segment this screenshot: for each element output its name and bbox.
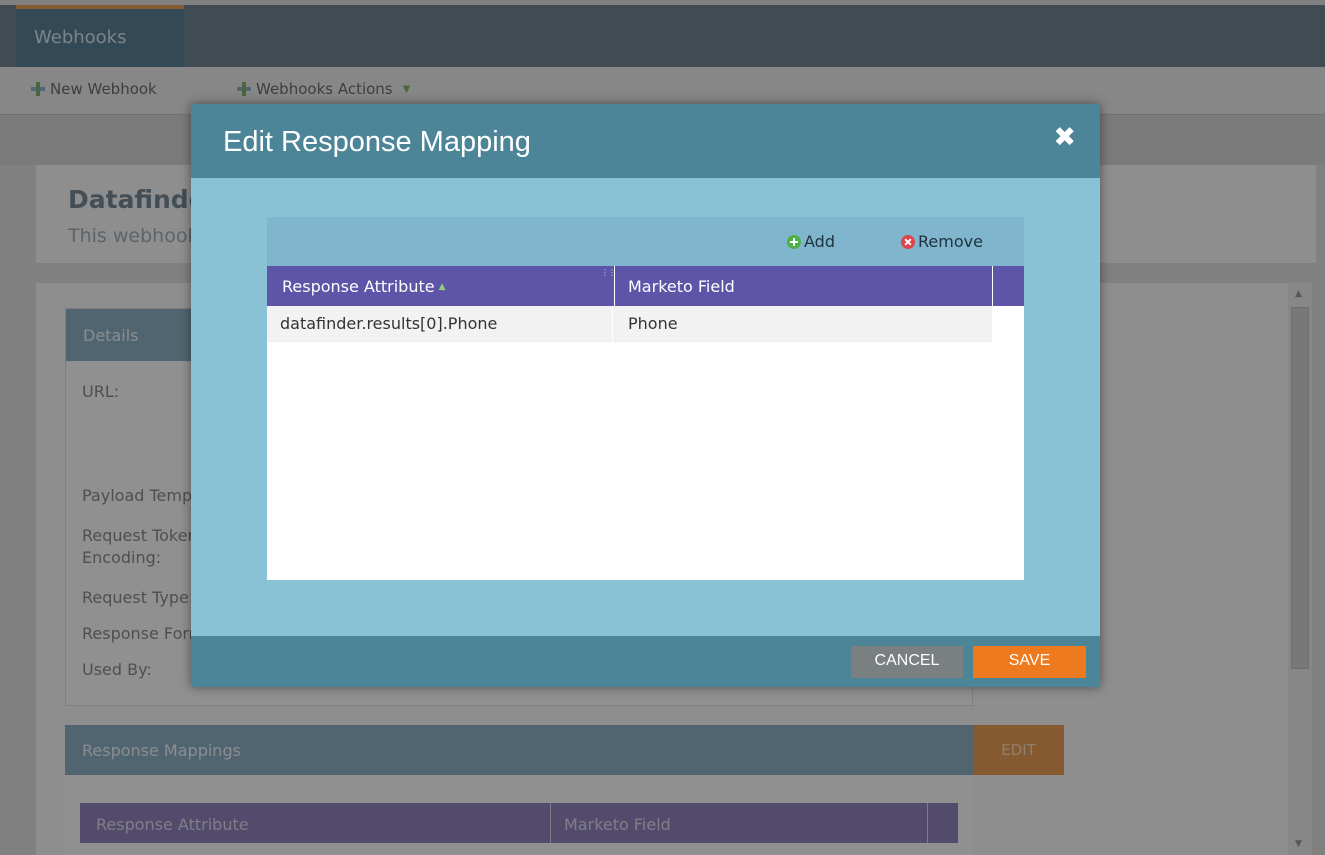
dialog-footer: CANCEL SAVE [191,636,1100,687]
cell-response-attribute[interactable]: datafinder.results[0].Phone [280,314,497,333]
dialog-header: Edit Response Mapping ✖ [191,104,1100,178]
column-marketo-field[interactable]: Marketo Field [628,277,735,296]
dialog-title: Edit Response Mapping [223,126,531,158]
grid-toolbar: Add Remove [267,217,1024,266]
column-divider[interactable] [614,266,615,306]
plus-circle-icon [787,234,801,249]
column-menu-icon[interactable]: ⋮⋮ [601,268,616,277]
add-label: Add [804,232,835,251]
column-divider [992,266,993,306]
table-row[interactable]: datafinder.results[0].Phone Phone [267,306,992,342]
close-icon[interactable]: ✖ [1053,124,1076,151]
sort-ascending-icon: ▲ [438,281,446,292]
cell-divider [612,306,613,342]
column-marketo-field-label: Marketo Field [628,277,735,296]
cancel-button[interactable]: CANCEL [851,646,963,678]
remove-circle-icon [901,234,915,249]
remove-mapping-button[interactable]: Remove [901,232,983,251]
column-response-attribute[interactable]: Response Attribute ▲ [282,277,446,296]
cell-marketo-field[interactable]: Phone [628,314,678,333]
save-button[interactable]: SAVE [973,646,1086,678]
remove-label: Remove [918,232,983,251]
add-mapping-button[interactable]: Add [787,232,835,251]
edit-response-mapping-dialog: Edit Response Mapping ✖ Add Remove Respo… [191,104,1100,687]
grid-header: Response Attribute ▲ ⋮⋮ Marketo Field [267,266,1024,306]
mapping-grid: Add Remove Response Attribute ▲ ⋮⋮ Marke… [267,217,1024,580]
column-response-attribute-label: Response Attribute [282,277,435,296]
